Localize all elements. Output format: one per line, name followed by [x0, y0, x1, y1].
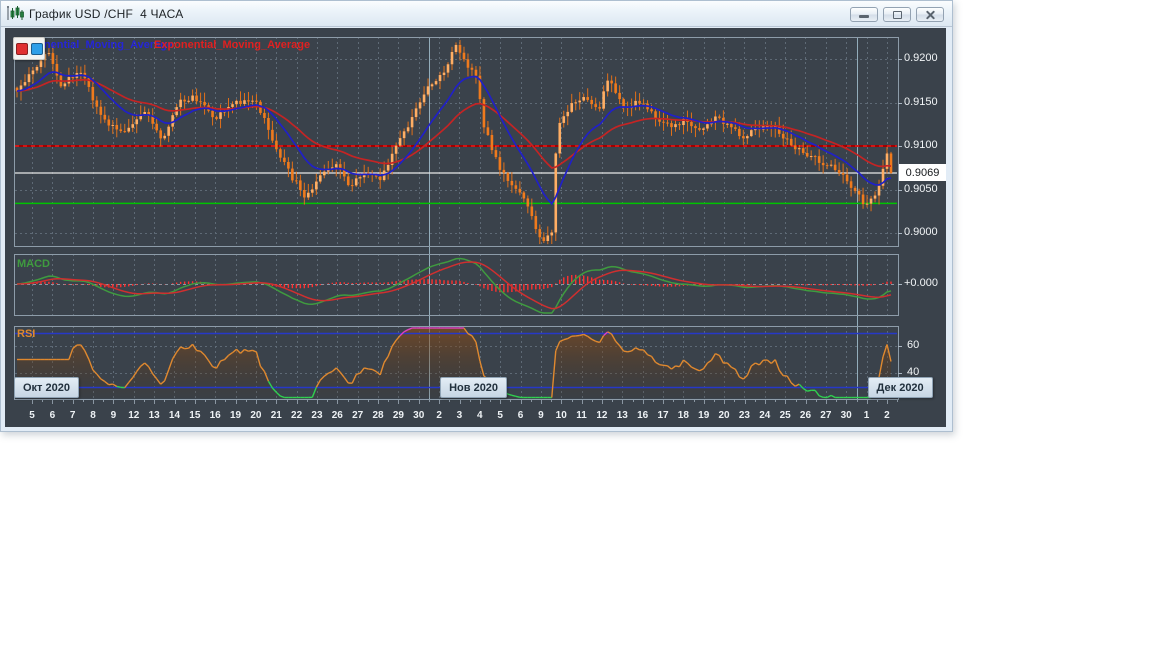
month-badge: Дек 2020 [868, 377, 933, 398]
close-button[interactable] [916, 7, 944, 22]
window-title: График USD /CHF 4 ЧАСА [29, 7, 183, 21]
window-controls [850, 7, 944, 22]
restore-button[interactable] [883, 7, 911, 22]
restore-icon [893, 11, 902, 19]
candlestick-chart-icon [7, 6, 24, 21]
minimize-icon [859, 15, 869, 18]
month-badge: Окт 2020 [14, 377, 79, 398]
blue-indicator-chip[interactable] [31, 43, 43, 55]
red-indicator-chip[interactable] [16, 43, 28, 55]
current-price-box: 0.9069 [899, 164, 946, 181]
minimize-button[interactable] [850, 7, 878, 22]
desktop: График USD /CHF 4 ЧАСА Exponential_Movin… [0, 0, 1152, 648]
close-icon [925, 10, 936, 19]
indicator-chip-box[interactable] [13, 37, 45, 60]
month-badge: Нов 2020 [440, 377, 507, 398]
price-chart-canvas[interactable] [5, 28, 946, 427]
day-label: 2 [875, 410, 899, 421]
chart-window: График USD /CHF 4 ЧАСА Exponential_Movin… [0, 0, 953, 432]
window-titlebar[interactable]: График USD /CHF 4 ЧАСА [1, 1, 952, 27]
